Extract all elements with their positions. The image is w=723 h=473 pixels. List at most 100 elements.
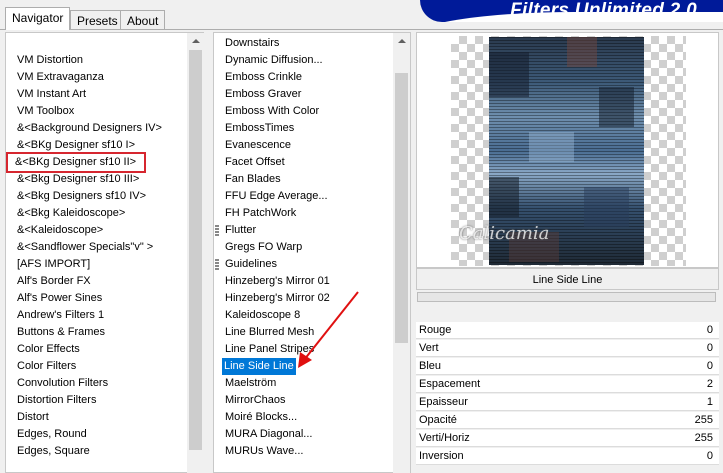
filter-item[interactable]: Gregs FO Warp <box>222 239 302 256</box>
param-value[interactable]: 2 <box>707 378 713 390</box>
filter-item[interactable]: EmbossTimes <box>222 120 294 137</box>
filter-item-label: MURA Diagonal... <box>225 428 313 440</box>
param-row[interactable]: Bleu 0 <box>416 358 719 375</box>
category-item[interactable]: &<Background Designers IV> <box>14 120 162 137</box>
filter-item-label: Guidelines <box>225 258 277 270</box>
category-item[interactable]: &<Bkg Kaleidoscope> <box>14 205 125 222</box>
filter-item[interactable]: Line Side Line <box>222 358 296 375</box>
category-item[interactable]: VM Instant Art <box>14 86 86 103</box>
param-label: Espacement <box>419 378 481 390</box>
filter-item[interactable]: Moiré Blocks... <box>222 409 297 426</box>
filter-item[interactable]: MirrorChaos <box>222 392 286 409</box>
param-row[interactable]: Epaisseur 1 <box>416 394 719 411</box>
category-item[interactable]: VM Toolbox <box>14 103 74 120</box>
filter-item-label: Kaleidoscope 8 <box>225 309 301 321</box>
param-value[interactable]: 1 <box>707 396 713 408</box>
filter-item-label: Line Side Line <box>224 360 294 372</box>
param-row[interactable]: Opacité 255 <box>416 412 719 429</box>
category-item[interactable]: Color Effects <box>14 341 80 358</box>
tab-presets[interactable]: Presets <box>70 10 125 29</box>
param-value[interactable]: 0 <box>707 450 713 462</box>
param-value[interactable]: 255 <box>695 432 713 444</box>
filter-item[interactable]: Dynamic Diffusion... <box>222 52 323 69</box>
category-scrollbar[interactable] <box>187 33 204 473</box>
preview-panel: Calicamia <box>416 32 719 268</box>
category-item[interactable]: Alf's Power Sines <box>14 290 102 307</box>
param-row[interactable]: Vert 0 <box>416 340 719 357</box>
category-item[interactable]: &<Sandflower Specials"v" > <box>14 239 153 256</box>
filter-item-label: Hinzeberg's Mirror 01 <box>225 275 330 287</box>
filter-list[interactable]: Downstairs Dynamic Diffusion... Emboss Cri… <box>213 32 411 473</box>
scroll-up-icon[interactable] <box>393 33 410 50</box>
param-label: Vert <box>419 342 439 354</box>
filter-item[interactable]: MURUs Wave... <box>222 443 303 460</box>
category-item[interactable]: Buttons & Frames <box>14 324 105 341</box>
param-label: Verti/Horiz <box>419 432 470 444</box>
param-label: Inversion <box>419 450 464 462</box>
filter-item[interactable]: Fan Blades <box>222 171 281 188</box>
category-item[interactable]: &<Kaleidoscope> <box>14 222 103 239</box>
filter-item-label: Downstairs <box>225 37 280 49</box>
scroll-thumb[interactable] <box>189 50 202 450</box>
arrow-annotation-icon <box>298 291 359 368</box>
filter-item[interactable]: MURA Diagonal... <box>222 426 312 443</box>
filter-item[interactable]: FH PatchWork <box>222 205 296 222</box>
param-value[interactable]: 0 <box>707 360 713 372</box>
param-row[interactable]: Inversion 0 <box>416 448 719 465</box>
category-item[interactable]: Edges, Square <box>14 443 90 460</box>
group-marker-icon <box>215 225 219 236</box>
category-list[interactable]: VM Distortion VM Extravaganza VM Instant A… <box>5 32 204 473</box>
category-item[interactable]: Edges, Round <box>14 426 87 443</box>
tab-navigator[interactable]: Navigator <box>5 7 71 30</box>
filter-item[interactable]: FFU Edge Average... <box>222 188 328 205</box>
category-item[interactable]: Andrew's Filters 1 <box>14 307 104 324</box>
category-item[interactable]: Color Filters <box>14 358 76 375</box>
category-item[interactable]: [AFS IMPORT] <box>14 256 90 273</box>
filter-item[interactable]: Evanescence <box>222 137 291 154</box>
filter-item-label: Gregs FO Warp <box>225 241 303 253</box>
category-item[interactable]: Alf's Border FX <box>14 273 91 290</box>
category-item[interactable]: &<Bkg Designer sf10 III> <box>14 171 139 188</box>
progress-bar <box>417 292 716 302</box>
filter-name-label: Line Side Line <box>416 268 719 290</box>
filter-item[interactable]: Emboss Crinkle <box>222 69 302 86</box>
param-value[interactable]: 0 <box>707 342 713 354</box>
param-row[interactable]: Espacement 2 <box>416 376 719 393</box>
preview-watermark: Calicamia <box>459 223 550 244</box>
filter-scrollbar[interactable] <box>393 33 410 473</box>
category-item[interactable]: &<BKg Designer sf10 I> <box>14 137 135 154</box>
param-value[interactable]: 0 <box>707 324 713 336</box>
param-row[interactable]: Rouge 0 <box>416 322 719 339</box>
category-item[interactable]: VM Distortion <box>14 52 83 69</box>
tab-about[interactable]: About <box>120 10 166 29</box>
scroll-thumb[interactable] <box>395 73 408 343</box>
filter-item[interactable]: Emboss With Color <box>222 103 319 120</box>
category-item[interactable]: Distort <box>14 409 49 426</box>
param-value[interactable]: 255 <box>695 414 713 426</box>
category-item[interactable]: VM Extravaganza <box>14 69 104 86</box>
filter-item[interactable]: Flutter <box>215 222 256 239</box>
param-label: Epaisseur <box>419 396 468 408</box>
filter-item[interactable]: Maelström <box>222 375 276 392</box>
filter-item[interactable]: Downstairs <box>222 35 279 52</box>
param-row[interactable]: Verti/Horiz 255 <box>416 430 719 447</box>
filter-item-label: Emboss With Color <box>225 105 320 117</box>
category-item[interactable]: Convolution Filters <box>14 375 108 392</box>
filter-item-label: FFU Edge Average... <box>225 190 328 202</box>
group-marker-icon <box>215 259 219 270</box>
scroll-up-icon[interactable] <box>187 33 204 50</box>
filter-item-label: Emboss Crinkle <box>225 71 303 83</box>
tab-bar: Navigator Presets About <box>0 0 723 30</box>
param-label: Opacité <box>419 414 457 426</box>
category-item[interactable]: &<BKg Designer sf10 II> <box>6 152 147 173</box>
category-item[interactable]: &<Bkg Designers sf10 IV> <box>14 188 146 205</box>
filter-item[interactable]: Guidelines <box>215 256 277 273</box>
filter-item[interactable]: Emboss Graver <box>222 86 301 103</box>
filter-item-label: MURUs Wave... <box>225 445 304 457</box>
tab-divider <box>0 29 723 30</box>
filter-item[interactable]: Facet Offset <box>222 154 285 171</box>
filter-item-label: EmbossTimes <box>225 122 295 134</box>
category-item[interactable]: Distortion Filters <box>14 392 96 409</box>
filter-item[interactable]: Kaleidoscope 8 <box>222 307 300 324</box>
param-label: Bleu <box>419 360 442 372</box>
